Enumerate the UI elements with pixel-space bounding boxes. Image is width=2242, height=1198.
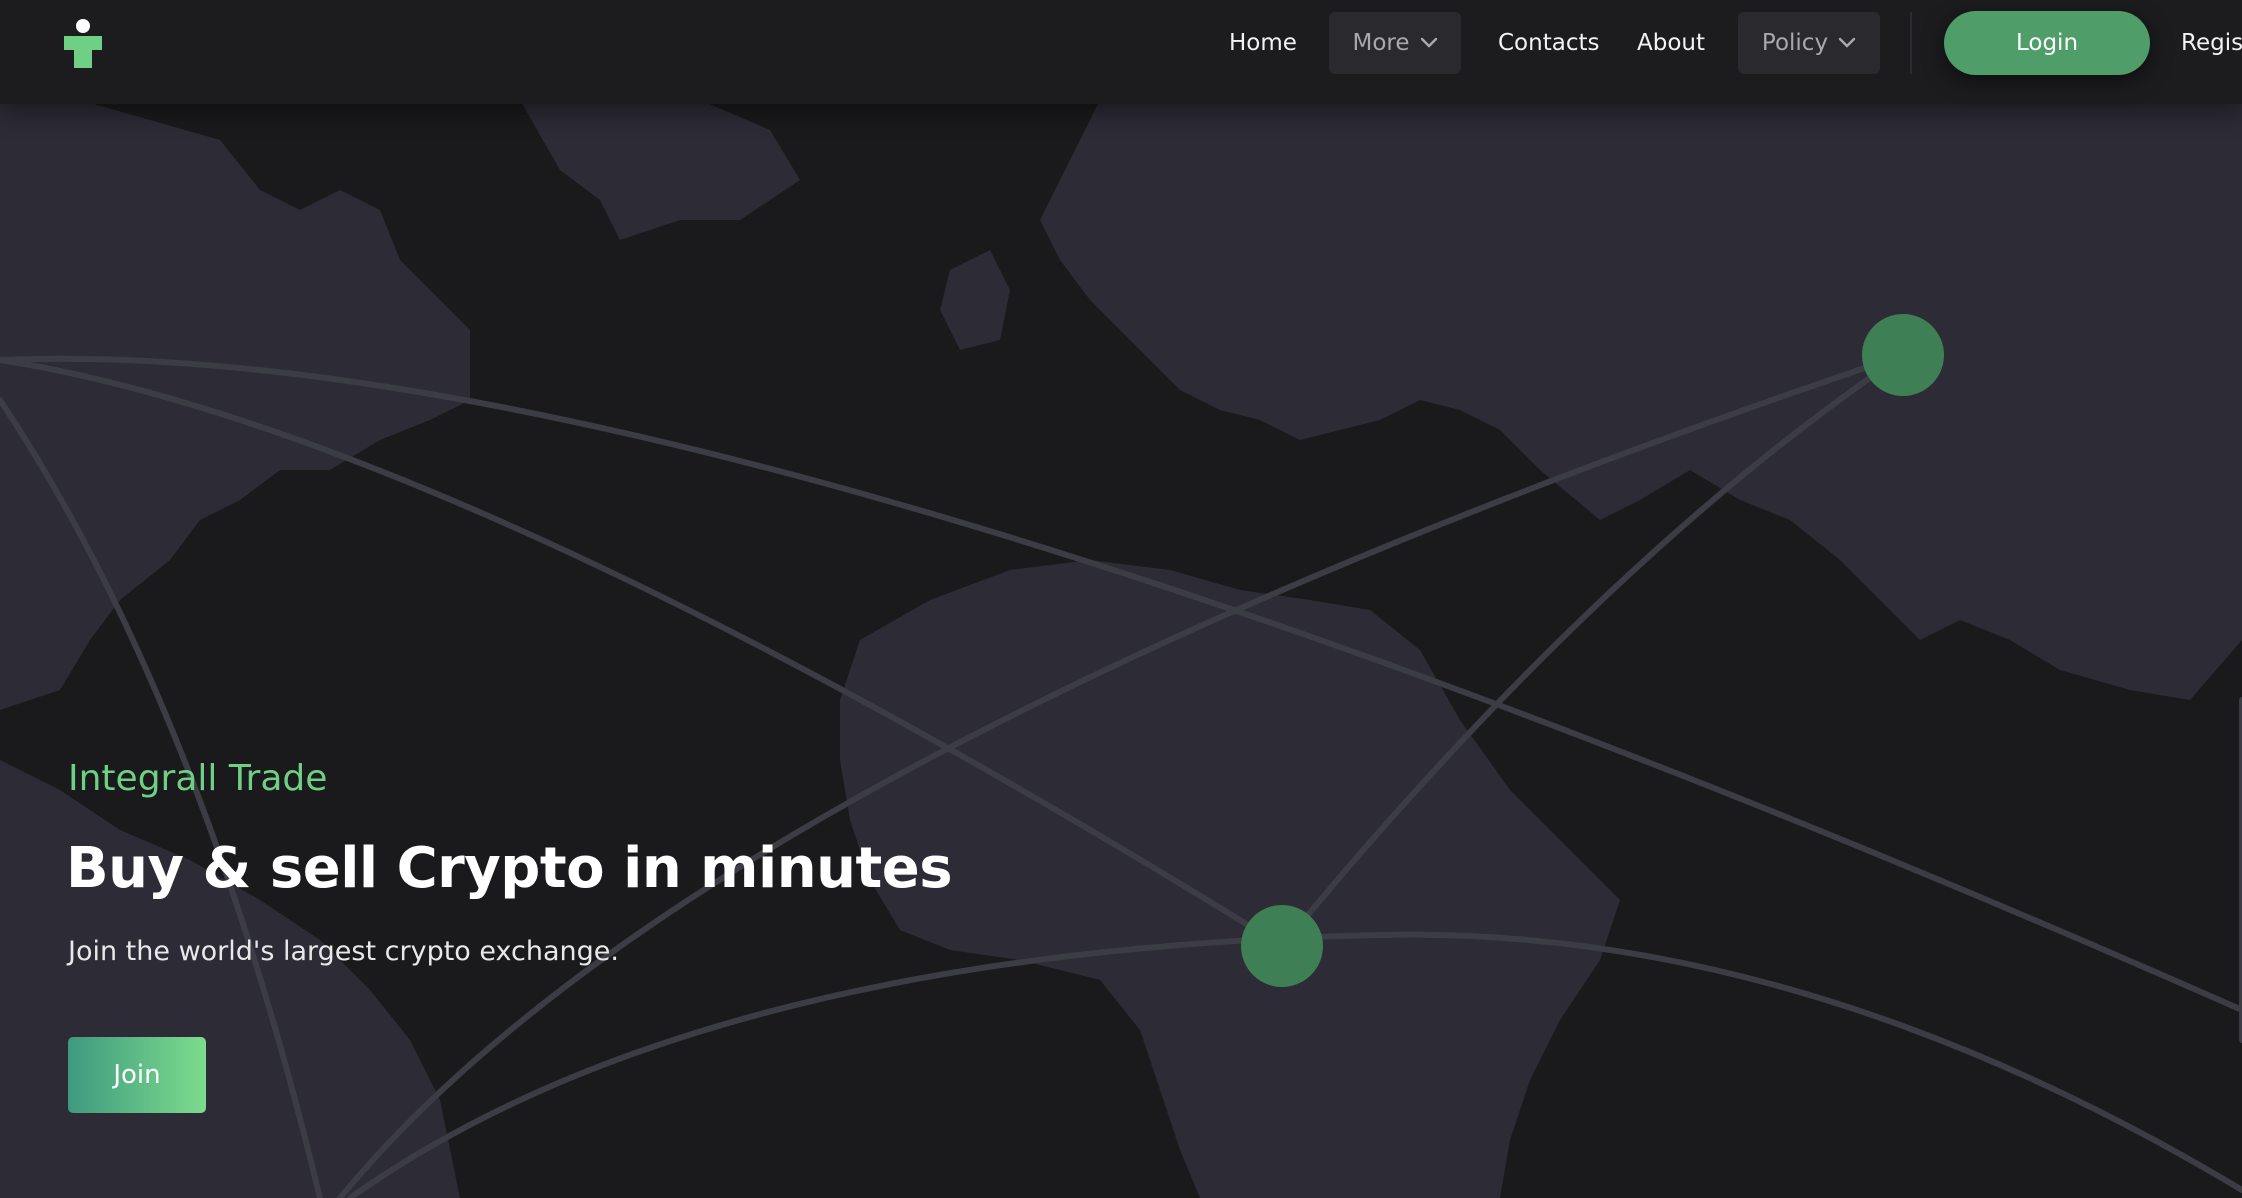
nav-home-link[interactable]: Home (1229, 12, 1297, 74)
nav-more-label: More (1352, 30, 1410, 56)
nav-divider (1910, 12, 1912, 74)
hero-brand-name: Integrall Trade (68, 758, 328, 799)
hero-title: Buy & sell Crypto in minutes (66, 836, 953, 901)
person-logo-icon[interactable] (62, 18, 104, 68)
world-map-background (0, 0, 2242, 1198)
chevron-down-icon (1838, 37, 1856, 48)
landing-page: Home More Contacts About Policy Login Re… (0, 0, 2242, 1198)
nav-more-dropdown[interactable]: More (1329, 12, 1461, 74)
map-node (1241, 905, 1323, 987)
nav-policy-dropdown[interactable]: Policy (1738, 12, 1880, 74)
nav-about-link[interactable]: About (1637, 12, 1705, 74)
top-navigation-bar: Home More Contacts About Policy Login Re… (0, 0, 2242, 104)
register-link[interactable]: Regist (2181, 11, 2242, 75)
login-button[interactable]: Login (1944, 11, 2150, 75)
nav-contacts-link[interactable]: Contacts (1498, 12, 1599, 74)
nav-policy-label: Policy (1761, 30, 1829, 56)
join-button[interactable]: Join (68, 1037, 206, 1113)
chevron-down-icon (1420, 37, 1437, 48)
hero-subtitle: Join the world's largest crypto exchange… (68, 936, 619, 967)
map-node (1862, 314, 1944, 396)
